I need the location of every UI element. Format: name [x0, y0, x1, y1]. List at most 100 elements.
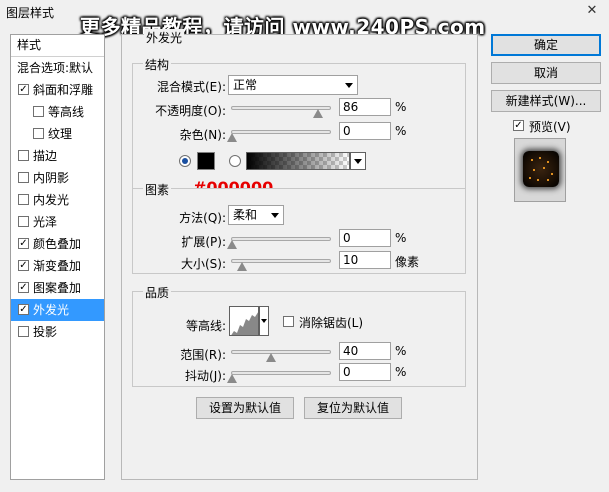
style-item-checkbox[interactable]: ✓ — [18, 304, 29, 315]
range-slider[interactable] — [231, 350, 331, 354]
style-item-checkbox[interactable] — [18, 216, 29, 227]
style-item-checkbox[interactable] — [18, 172, 29, 183]
style-item-label: 图案叠加 — [33, 281, 82, 295]
glow-color-swatch[interactable] — [197, 152, 215, 170]
new-style-button[interactable]: 新建样式(W)... — [491, 90, 601, 112]
spread-slider[interactable] — [231, 237, 331, 241]
size-label: 大小(S): — [180, 257, 226, 271]
contour-curve-icon — [231, 312, 258, 335]
style-item[interactable]: 等高线 — [11, 101, 104, 123]
size-slider-thumb[interactable] — [237, 262, 247, 271]
noise-unit: % — [395, 124, 407, 138]
close-icon[interactable]: ✕ — [583, 2, 601, 20]
noise-slider[interactable] — [231, 130, 331, 134]
style-item-checkbox[interactable] — [18, 194, 29, 205]
style-item[interactable]: ✓ 外发光 — [11, 299, 104, 321]
style-item[interactable]: ✓ 颜色叠加 — [11, 233, 104, 255]
noise-slider-thumb[interactable] — [227, 133, 237, 142]
reset-default-button[interactable]: 复位为默认值 — [304, 397, 402, 419]
jitter-label: 抖动(J): — [185, 369, 226, 383]
style-item-checkbox[interactable] — [18, 150, 29, 161]
style-item[interactable]: 内发光 — [11, 189, 104, 211]
cancel-button[interactable]: 取消 — [491, 62, 601, 84]
style-item[interactable]: ✓ 渐变叠加 — [11, 255, 104, 277]
jitter-input[interactable]: 0 — [339, 363, 391, 381]
style-item-label: 渐变叠加 — [33, 259, 82, 273]
style-item-label: 光泽 — [33, 215, 58, 229]
noise-label: 杂色(N): — [179, 128, 226, 142]
preview-checkbox[interactable]: ✓ — [513, 120, 524, 131]
jitter-slider[interactable] — [231, 371, 331, 375]
blend-mode-select[interactable]: 正常 — [228, 75, 358, 95]
style-item-checkbox[interactable]: ✓ — [18, 282, 29, 293]
technique-select[interactable]: 柔和 — [228, 205, 284, 225]
style-item-label: 斜面和浮雕 — [33, 83, 94, 97]
chevron-down-icon — [345, 83, 353, 88]
range-slider-thumb[interactable] — [266, 353, 276, 362]
spread-slider-thumb[interactable] — [227, 240, 237, 249]
style-list-header[interactable]: 样式 — [11, 35, 104, 57]
structure-legend: 结构 — [143, 56, 172, 73]
style-item-label: 内阴影 — [33, 171, 70, 185]
style-item-checkbox[interactable]: ✓ — [18, 238, 29, 249]
opacity-input[interactable]: 86 — [339, 98, 391, 116]
style-item-checkbox[interactable] — [33, 128, 44, 139]
opacity-slider-thumb[interactable] — [313, 109, 323, 118]
quality-group: 品质 等高线: 消除锯齿(L) 范围(R): 40 % 抖动(J): 0 % — [132, 284, 466, 387]
elements-legend: 图素 — [143, 181, 172, 198]
style-item[interactable]: 光泽 — [11, 211, 104, 233]
spread-input[interactable]: 0 — [339, 229, 391, 247]
elements-group: 图素 方法(Q): 柔和 扩展(P): 0 % 大小(S): 10 像素 — [132, 181, 466, 274]
size-input[interactable]: 10 — [339, 251, 391, 269]
solid-color-radio[interactable] — [179, 155, 191, 167]
style-item[interactable]: 纹理 — [11, 123, 104, 145]
size-unit: 像素 — [395, 255, 420, 269]
blend-mode-label: 混合模式(E): — [157, 80, 226, 94]
blend-options-label: 混合选项:默认 — [17, 61, 94, 75]
technique-label: 方法(Q): — [179, 211, 226, 225]
set-default-button[interactable]: 设置为默认值 — [196, 397, 294, 419]
style-preview — [514, 138, 566, 202]
contour-dropdown-button[interactable] — [259, 306, 269, 336]
style-item-checkbox[interactable]: ✓ — [18, 84, 29, 95]
opacity-unit: % — [395, 100, 407, 114]
outer-glow-panel: 外发光 结构 混合模式(E): 正常 不透明度(O): 86 % 杂色(N): … — [121, 29, 478, 480]
chevron-down-icon — [271, 213, 279, 218]
gradient-preview[interactable] — [246, 152, 350, 170]
style-item-label: 颜色叠加 — [33, 237, 82, 251]
quality-legend: 品质 — [143, 284, 172, 301]
spread-label: 扩展(P): — [181, 235, 226, 249]
jitter-slider-thumb[interactable] — [227, 374, 237, 383]
style-item-checkbox[interactable] — [18, 326, 29, 337]
gradient-radio[interactable] — [229, 155, 241, 167]
antialias-checkbox[interactable] — [283, 316, 294, 327]
contour-label: 等高线: — [185, 319, 226, 333]
style-item[interactable]: ✓ 图案叠加 — [11, 277, 104, 299]
style-item[interactable]: ✓ 斜面和浮雕 — [11, 79, 104, 101]
range-label: 范围(R): — [180, 348, 226, 362]
opacity-label: 不透明度(O): — [155, 104, 226, 118]
spread-unit: % — [395, 231, 407, 245]
contour-preview[interactable] — [229, 306, 259, 336]
style-item-label: 描边 — [33, 149, 58, 163]
style-item-label: 外发光 — [33, 303, 70, 317]
style-item[interactable]: 内阴影 — [11, 167, 104, 189]
antialias-label: 消除锯齿(L) — [299, 316, 364, 330]
style-item-checkbox[interactable] — [33, 106, 44, 117]
style-item[interactable]: 投影 — [11, 321, 104, 343]
style-item-label: 投影 — [33, 325, 58, 339]
blend-options-item[interactable]: 混合选项:默认 — [11, 57, 104, 79]
gradient-dropdown-button[interactable] — [350, 152, 366, 170]
window-title: 图层样式 — [6, 6, 55, 20]
panel-title: 外发光 — [144, 29, 185, 46]
preview-thumbnail — [523, 151, 559, 187]
ok-button[interactable]: 确定 — [491, 34, 601, 56]
blend-mode-value: 正常 — [233, 78, 258, 92]
jitter-unit: % — [395, 365, 407, 379]
style-item-checkbox[interactable]: ✓ — [18, 260, 29, 271]
range-input[interactable]: 40 — [339, 342, 391, 360]
style-item[interactable]: 描边 — [11, 145, 104, 167]
style-list: 样式 混合选项:默认 ✓ 斜面和浮雕等高线 纹理描边内阴影内发光光泽 ✓ 颜色叠加 ✓ 渐变… — [10, 34, 105, 480]
noise-input[interactable]: 0 — [339, 122, 391, 140]
technique-value: 柔和 — [233, 208, 258, 222]
